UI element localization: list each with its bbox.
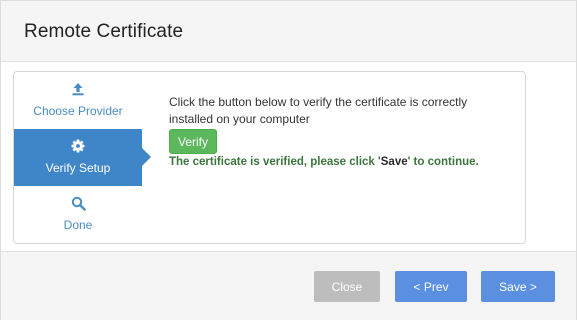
remote-certificate-dialog: Remote Certificate Choose Provider Verif…	[0, 0, 577, 320]
verified-message: The certificate is verified, please clic…	[169, 156, 514, 168]
verified-message-suffix: ' to continue.	[407, 156, 479, 168]
verify-button[interactable]: Verify	[169, 129, 217, 154]
prev-button[interactable]: < Prev	[395, 271, 467, 302]
step-label: Choose Provider	[33, 104, 123, 118]
wizard-steps: Choose Provider Verify Setup Done	[14, 72, 151, 243]
verify-setup-content: Click the button below to verify the cer…	[169, 94, 514, 168]
verified-message-prefix: The certificate is verified, please clic…	[169, 156, 381, 168]
search-icon	[14, 195, 142, 211]
verified-message-save: Save	[380, 156, 408, 168]
step-label: Done	[63, 218, 93, 232]
upload-icon	[14, 81, 142, 97]
wizard-panel: Choose Provider Verify Setup Done Click …	[13, 71, 526, 244]
dialog-body: Choose Provider Verify Setup Done Click …	[1, 62, 576, 251]
dialog-footer: Close < Prev Save >	[1, 251, 576, 320]
save-button[interactable]: Save >	[481, 271, 555, 302]
dialog-title: Remote Certificate	[24, 21, 184, 42]
dialog-header: Remote Certificate	[1, 1, 576, 62]
close-button[interactable]: Close	[314, 271, 380, 302]
step-choose-provider[interactable]: Choose Provider	[14, 72, 142, 128]
step-done[interactable]: Done	[14, 186, 142, 242]
step-verify-setup[interactable]: Verify Setup	[14, 129, 151, 186]
gear-icon	[14, 138, 142, 154]
instructions-text: Click the button below to verify the cer…	[169, 95, 468, 126]
step-label: Verify Setup	[45, 161, 111, 175]
